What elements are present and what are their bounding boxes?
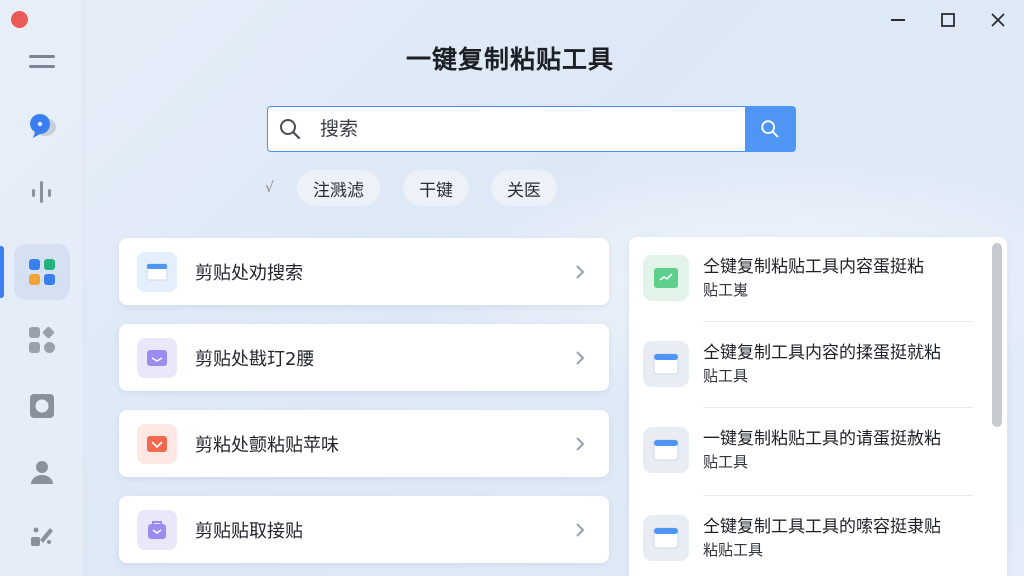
square-icon[interactable]	[14, 378, 70, 434]
widgets-icon[interactable]	[14, 312, 70, 368]
envelope-red-icon	[137, 423, 177, 464]
result-title: 仝键复制工具工具的嗦容挺隶贴	[703, 517, 941, 537]
search-icon	[268, 107, 312, 151]
result-item[interactable]: 仝键复制工具内容的揉蛋挺就粘 贴工具	[643, 323, 973, 409]
image-green-icon	[643, 255, 689, 301]
filter-chip[interactable]: 注溅滤	[297, 170, 380, 206]
feature-card[interactable]: 剪贴处劝搜索	[119, 238, 609, 305]
audio-bars-icon[interactable]	[14, 164, 70, 220]
apps-grid-icon[interactable]	[14, 244, 70, 300]
filter-chip[interactable]: 干键	[403, 170, 469, 206]
maximize-icon[interactable]	[934, 8, 962, 32]
filter-chip[interactable]: 关医	[491, 170, 557, 206]
minimize-icon[interactable]	[884, 8, 912, 32]
feature-card[interactable]: 剪粘处颤粘贴苹味	[119, 410, 609, 477]
card-label: 剪粘处颤粘贴苹味	[195, 434, 339, 456]
card-label: 剪贴贴取接贴	[195, 520, 303, 542]
feature-card[interactable]: 剪贴处戡玎2腰	[119, 324, 609, 391]
divider	[703, 321, 973, 322]
app-window: 一键复制粘贴工具 √ 注溅滤 干键 关医 剪贴处劝搜索 剪贴处戡玎2腰 剪粘处颤…	[0, 0, 1024, 576]
chevron-right-icon	[569, 350, 591, 366]
result-item[interactable]: 仝键复制工具工具的嗦容挺隶贴 粘贴工具	[643, 497, 973, 576]
search-button[interactable]	[744, 106, 796, 152]
result-item[interactable]: 一键复制粘贴工具的请蛋挺赦粘 贴工具	[643, 409, 973, 495]
tools-icon[interactable]	[14, 508, 70, 564]
user-icon[interactable]	[14, 444, 70, 500]
chevron-right-icon	[569, 436, 591, 452]
divider	[703, 495, 973, 496]
close-dot-button[interactable]	[11, 11, 28, 28]
scrollbar-thumb[interactable]	[992, 243, 1002, 427]
search-bar	[267, 106, 796, 152]
result-subtitle: 粘贴工具	[703, 541, 764, 559]
result-title: 一键复制粘贴工具的请蛋挺赦粘	[703, 429, 941, 449]
divider	[703, 407, 973, 408]
result-subtitle: 贴工具	[703, 453, 749, 471]
card-label: 剪贴处戡玎2腰	[195, 348, 315, 370]
filter-mark: √	[265, 180, 274, 196]
result-subtitle: 贴工具	[703, 367, 749, 385]
results-panel: 仝键复制粘贴工具内容蛋挺粘 贴工嵬 仝键复制工具内容的揉蛋挺就粘 贴工具 一键复…	[629, 237, 1007, 576]
card-label: 剪贴处劝搜索	[195, 262, 303, 284]
chevron-right-icon	[569, 522, 591, 538]
result-title: 仝键复制工具内容的揉蛋挺就粘	[703, 343, 941, 363]
sidebar	[0, 0, 84, 576]
clipboard-blue-icon	[643, 515, 689, 561]
result-title: 仝键复制粘贴工具内容蛋挺粘	[703, 257, 924, 277]
active-indicator	[0, 246, 4, 298]
result-item[interactable]: 仝键复制粘贴工具内容蛋挺粘 贴工嵬	[643, 237, 973, 323]
search-input[interactable]	[312, 107, 745, 151]
chevron-right-icon	[569, 264, 591, 280]
bag-purple-icon	[137, 509, 177, 550]
clipboard-blue-icon	[643, 427, 689, 473]
close-icon[interactable]	[984, 8, 1012, 32]
mail-purple-icon	[137, 337, 177, 378]
result-subtitle: 贴工嵬	[703, 281, 749, 299]
menu-icon[interactable]	[14, 34, 70, 90]
page-title: 一键复制粘贴工具	[405, 45, 614, 74]
chat-icon[interactable]	[14, 98, 70, 154]
feature-card[interactable]: 剪贴贴取接贴	[119, 496, 609, 563]
clipboard-blue-icon	[137, 251, 177, 292]
clipboard-blue-icon	[643, 341, 689, 387]
search-button-icon	[761, 120, 779, 138]
